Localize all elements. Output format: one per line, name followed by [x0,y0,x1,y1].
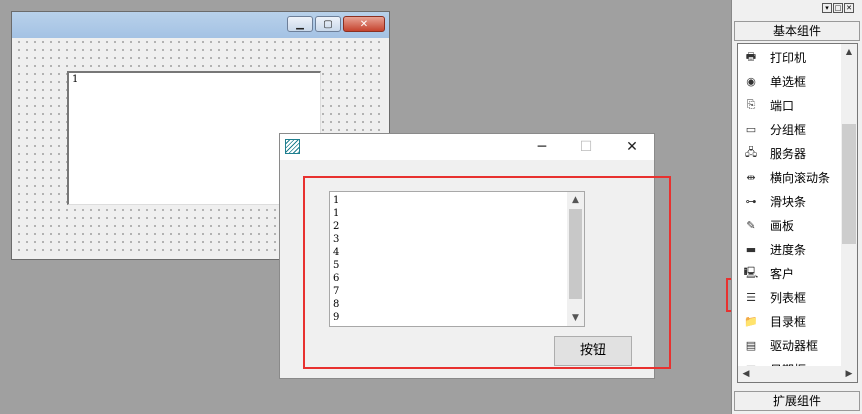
restore-icon[interactable]: □ [833,3,843,13]
hscroll-icon: ⇹ [746,170,756,184]
list-item[interactable]: 6 [333,272,339,285]
component-item[interactable]: ▭ 分组框 [741,118,806,140]
scroll-up-icon[interactable]: ▲ [567,192,584,208]
scroll-left-icon[interactable]: ◀ [738,366,754,382]
listbox-scrollbar[interactable]: ▲ ▼ [567,192,584,326]
component-list: 🖶 打印机 ◉ 单选框 ⎘ 端口 ▭ 分组框 🖧 服务器 ⇹ 横向滚动条 ⊶ 滑块条 ✎ 画板 … [737,43,858,383]
list-item[interactable]: 5 [333,259,339,272]
app-icon [285,139,300,154]
list-item: 1 [72,74,79,85]
minimize-button[interactable]: ─ [520,134,564,160]
client-icon: 🖳 [743,265,759,279]
list-item[interactable]: 9 [333,311,339,324]
component-item[interactable]: 🖳 客户 [741,262,794,284]
maximize-button[interactable]: ☐ [564,134,608,160]
scroll-up-icon[interactable]: ▲ [841,44,857,60]
component-palette: ▾ □ ✕ 基本组件 🖶 打印机 ◉ 单选框 ⎘ 端口 ▭ 分组框 🖧 服务器 ⇹ 横向滚动… [731,0,862,414]
listbox-icon: ☰ [746,290,756,304]
component-item[interactable]: ⎘ 端口 [741,94,794,116]
canvas-icon: ✎ [746,218,756,232]
palette-vscroll[interactable]: ▲ [841,44,857,366]
extended-components-header[interactable]: 扩展组件 [734,391,860,411]
list-item[interactable]: 2 [333,220,339,233]
close-icon[interactable]: ✕ [343,16,385,32]
radio-icon: ◉ [746,74,756,88]
scroll-right-icon[interactable]: ▶ [841,366,857,382]
groupbox-icon: ▭ [745,122,757,136]
designer-titlebar[interactable]: ▁ ▢ ✕ [12,12,389,38]
component-item[interactable]: 🖧 服务器 [741,142,806,164]
runtime-listbox[interactable]: 1 1 2 3 4 5 6 7 8 9 ▲ ▼ [329,191,585,327]
maximize-icon[interactable]: ▢ [315,16,341,32]
minimize-icon[interactable]: ▁ [287,16,313,32]
server-icon: 🖧 [744,145,758,159]
runtime-window: ─ ☐ ✕ 1 1 2 3 4 5 6 7 8 9 ▲ ▼ 按钮 [279,133,655,379]
drive-icon: ▤ [745,338,757,352]
close-button[interactable]: ✕ [610,134,654,160]
dir-icon: 📁 [744,314,758,328]
slider-icon: ⊶ [745,194,757,208]
action-button[interactable]: 按钮 [554,336,632,366]
close-icon[interactable]: ✕ [844,3,854,13]
dropdown-icon[interactable]: ▾ [822,3,832,13]
runtime-titlebar[interactable]: ─ ☐ ✕ [280,134,654,160]
scroll-down-icon[interactable]: ▼ [567,310,584,326]
progress-icon: ▬ [745,242,757,256]
component-item[interactable]: ◉ 单选框 [741,70,806,92]
list-item[interactable]: 3 [333,233,339,246]
list-item[interactable]: 8 [333,298,339,311]
palette-hscroll[interactable]: ◀ ▶ [738,366,857,382]
port-icon: ⎘ [746,98,756,111]
component-item[interactable]: ▤ 驱动器框 [741,334,818,356]
component-item[interactable]: ☰ 列表框 [741,286,806,308]
component-item[interactable]: ▬ 进度条 [741,238,806,260]
component-item[interactable]: 🖶 打印机 [741,46,806,68]
list-item[interactable]: 1 [333,207,339,220]
component-item[interactable]: ✎ 画板 [741,214,794,236]
component-item[interactable]: ⊶ 滑块条 [741,190,807,212]
scroll-thumb[interactable] [842,124,856,244]
component-item[interactable]: 📁 目录框 [741,310,806,332]
basic-components-header[interactable]: 基本组件 [734,21,860,41]
scroll-thumb[interactable] [569,209,582,299]
printer-icon: 🖶 [745,49,757,63]
list-item[interactable]: 1 [333,194,339,207]
component-item[interactable]: ⇹ 横向滚动条 [741,166,830,188]
list-item[interactable]: 7 [333,285,339,298]
list-item[interactable]: 4 [333,246,339,259]
